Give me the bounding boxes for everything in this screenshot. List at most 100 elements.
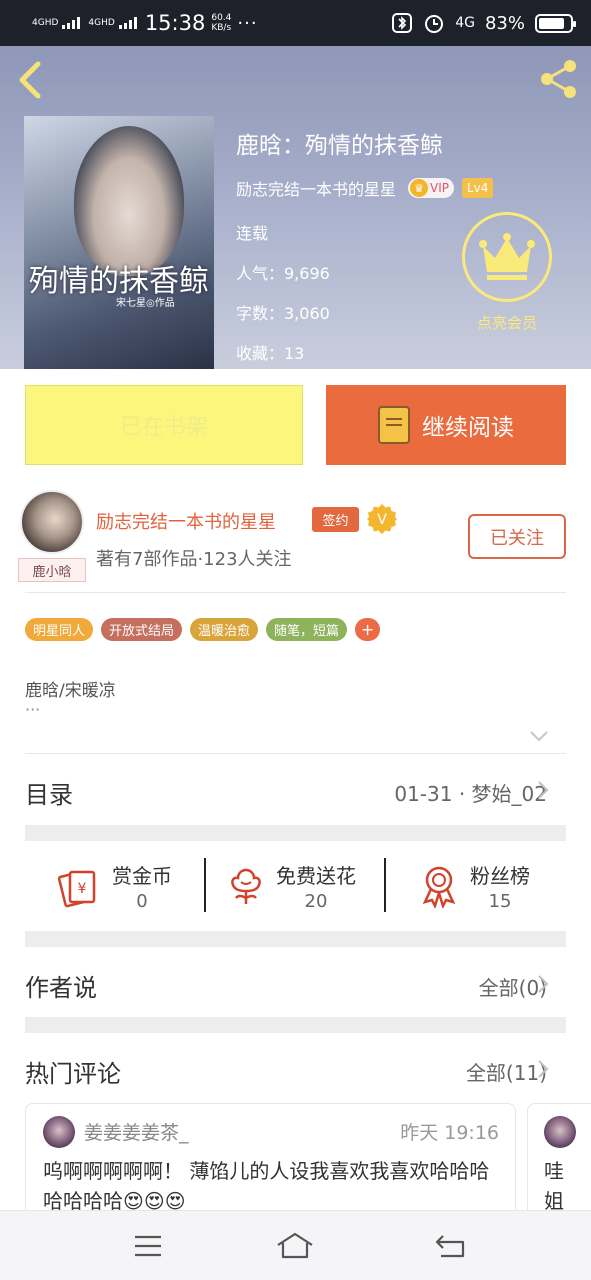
back-button[interactable] [14,58,50,102]
medal-icon [422,866,456,908]
flowers-label: 免费送花 [276,864,356,888]
chevron-left-icon [19,61,41,99]
in-bookshelf-button[interactable]: 已在书架 [25,385,303,465]
follow-button[interactable]: 已关注 [468,514,566,559]
chevron-down-icon[interactable] [528,728,550,744]
network-label: 4G [88,17,102,28]
signal-icon [118,17,137,29]
fan-ranking[interactable]: 粉丝榜 15 [420,858,530,914]
commenter-avatar[interactable] [43,1116,75,1148]
tag-chip[interactable]: 明星同人 [25,618,94,641]
clock: 15:38 [144,11,206,35]
flower-icon [231,868,261,904]
comment-text: 哇姐 [544,1159,564,1213]
fans-label: 粉丝榜 [470,864,530,888]
share-button[interactable] [536,56,582,102]
reward-value: 0 [136,891,148,912]
stat-separator [204,858,206,912]
section-separator [25,825,566,841]
author-stats: 著有7部作品·123人关注 [96,549,292,570]
commenter-name[interactable]: 姜姜姜姜茶_ [84,1118,189,1145]
flowers-value: 20 [304,891,328,912]
book-title: 鹿晗：殉情的抹香鲸 [236,133,443,159]
crown-icon [479,233,535,280]
section-separator [25,931,566,947]
header-author-row: 励志完结一本书的星星 ♛ VIP Lv4 [236,176,494,200]
book-icon [378,406,410,444]
status-bar: 4GHD 4GHD 15:38 60.4 KB/s ··· 4G 83% [0,0,591,46]
header-author-name[interactable]: 励志完结一本书的星星 [236,176,396,200]
intro-ellipsis: ··· [25,700,41,719]
menu-button[interactable] [123,1223,173,1269]
divider [25,753,566,754]
fans-value: 15 [488,891,512,912]
stat-separator [384,858,386,912]
level-badge: Lv4 [462,178,494,198]
network-indicator-2: 4GHD [88,17,115,28]
back-arrow-icon [435,1235,465,1258]
author-avatar[interactable] [20,490,84,554]
section-separator [25,1017,566,1033]
battery-level [539,17,564,29]
share-icon [541,60,576,98]
tag-chip[interactable]: 开放式结局 [101,618,183,641]
word-count: 字数：3,060 [236,304,330,323]
comment-card[interactable]: 姜姜姜姜茶_ 昨天 19:16 呜啊啊啊啊啊！ 薄馅儿的人设我喜欢我喜欢哈哈哈哈… [25,1103,516,1223]
divider [25,592,566,593]
continue-reading-button[interactable]: 继续阅读 [326,385,566,465]
book-header: 殉情的抹香鲸 宋七星◎作品 鹿晗：殉情的抹香鲸 励志完结一本书的星星 ♛ VIP… [0,46,591,369]
network-type: 4G [455,15,475,31]
crown-icon: ♛ [410,179,429,197]
author-says-title: 作者说 [25,974,97,1002]
network-sup: HD [101,17,115,28]
back-nav-button[interactable] [425,1223,475,1269]
avatar-tag: 鹿小晗 [18,558,86,582]
comment-card[interactable]: 哇姐 [527,1103,591,1223]
tag-chip[interactable]: 温暖治愈 [190,618,259,641]
bluetooth-icon [392,13,413,33]
verified-icon: V [367,504,397,534]
alarm-icon [425,15,444,33]
chevron-right-icon[interactable] [536,780,550,800]
tag-chip[interactable]: 随笔，短篇 [266,618,348,641]
member-button[interactable] [462,212,552,302]
tag-list: 明星同人 开放式结局 温暖治愈 随笔，短篇 + [25,618,381,641]
book-intro: 鹿晗/宋暖凉 [25,681,116,701]
comment-text: 呜啊啊啊啊啊！ 薄馅儿的人设我喜欢我喜欢哈哈哈哈哈哈哈😍😍😍 [43,1159,490,1213]
menu-icon [135,1235,161,1257]
hot-comments-all[interactable]: 全部(11) [466,1057,547,1086]
home-icon [277,1232,313,1259]
more-notifications-icon: ··· [237,12,258,34]
home-button[interactable] [270,1223,320,1269]
vip-badge: ♛ VIP [408,178,454,198]
battery-icon [535,13,576,33]
red-envelope-icon: ¥ [57,870,96,908]
signal-icon [62,17,81,29]
svg-text:¥: ¥ [78,881,87,897]
author-name[interactable]: 励志完结一本书的星星 [96,508,276,534]
network-indicator-1: 4GHD [32,17,59,28]
commenter-avatar[interactable] [544,1116,576,1148]
system-nav-bar [0,1210,591,1280]
chevron-right-icon[interactable] [536,1059,550,1079]
network-label: 4G [32,17,45,28]
verified-letter: V [377,512,387,528]
speed-unit: KB/s [211,23,232,33]
add-tag-button[interactable]: + [355,618,381,641]
network-sup: HD [44,17,59,28]
continue-reading-label: 继续阅读 [422,415,514,441]
member-label[interactable]: 点亮会员 [462,312,552,333]
book-cover[interactable]: 殉情的抹香鲸 宋七星◎作品 [24,116,214,369]
chevron-right-icon[interactable] [536,974,550,994]
signed-badge: 签约 [312,507,359,532]
serial-status: 连载 [236,224,269,243]
hot-comments-title: 热门评论 [25,1060,121,1088]
network-speed: 60.4 KB/s [211,13,231,33]
catalog-latest[interactable]: 01-31 · 梦始_02 [394,778,547,807]
free-flowers[interactable]: 免费送花 20 [228,858,356,914]
reward-coins[interactable]: ¥ 赏金币 0 [56,858,172,914]
battery-percent: 83% [484,12,525,34]
comment-time: 昨天 19:16 [400,1122,499,1144]
vip-label: VIP [430,181,449,195]
catalog-title[interactable]: 目录 [25,775,73,810]
